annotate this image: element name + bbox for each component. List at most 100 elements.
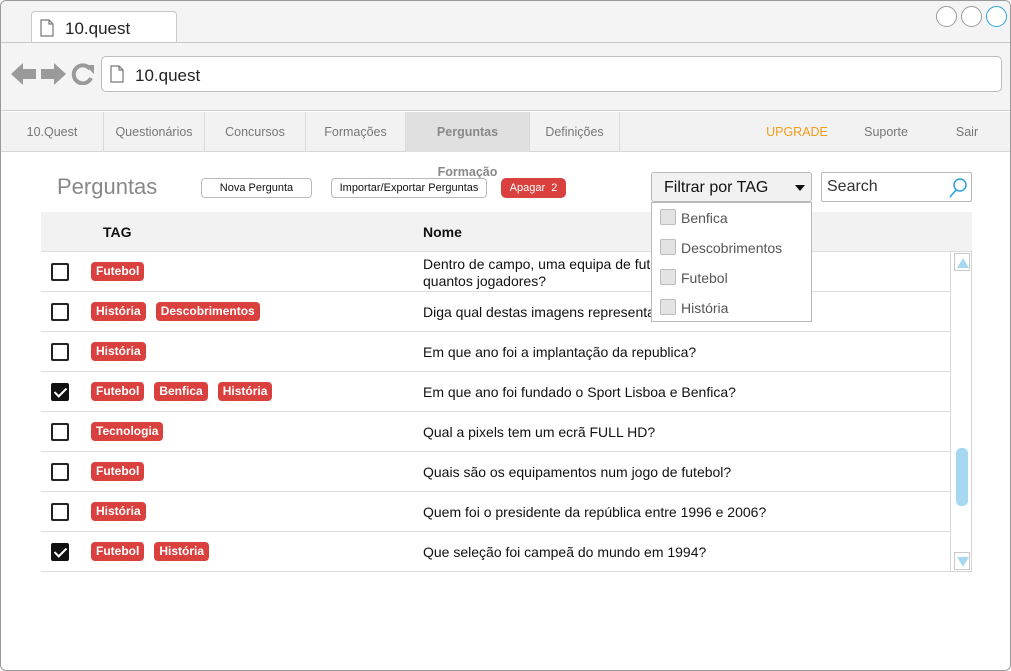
reload-icon[interactable]: [71, 63, 95, 85]
scroll-up-button[interactable]: [954, 253, 970, 271]
back-arrow-icon[interactable]: [11, 63, 37, 85]
import-export-button[interactable]: Importar/Exportar Perguntas: [331, 178, 487, 198]
address-bar[interactable]: 10.quest: [101, 56, 1002, 92]
row-checkbox[interactable]: [51, 463, 69, 481]
tag-badge: Descobrimentos: [155, 302, 260, 321]
browser-window: 10.quest 10.quest 10.Quest Questionários…: [0, 0, 1011, 671]
filter-checkbox[interactable]: [660, 209, 676, 225]
search-box[interactable]: [821, 172, 972, 202]
menu-item-suporte[interactable]: Suporte: [847, 112, 925, 152]
filter-checkbox[interactable]: [660, 299, 676, 315]
row-tags: Futebol Benfica História: [91, 382, 273, 401]
question-name[interactable]: Em que ano foi fundado o Sport Lisboa e …: [423, 384, 736, 401]
table-row[interactable]: Tecnologia Qual a pixels tem um ecrã FULL…: [41, 412, 950, 452]
tag-badge: Futebol: [91, 542, 145, 561]
arrow-up-icon: [957, 258, 969, 268]
table-row[interactable]: Futebol Dentro de campo, uma equipa de fu…: [41, 252, 950, 292]
table-row[interactable]: História Em que ano foi a implantação da …: [41, 332, 950, 372]
filter-option-descobrimentos[interactable]: Descobrimentos: [652, 233, 811, 263]
row-checkbox[interactable]: [51, 263, 69, 281]
menu-item-sair[interactable]: Sair: [936, 112, 998, 152]
column-header-name[interactable]: Nome: [423, 224, 462, 240]
row-tags: História: [91, 502, 146, 521]
tab-title: 10.quest: [65, 19, 131, 38]
filter-option-benfica[interactable]: Benfica: [652, 203, 811, 233]
row-checkbox[interactable]: [51, 503, 69, 521]
question-name[interactable]: Em que ano foi a implantação da republic…: [423, 344, 696, 361]
page-icon: [40, 19, 54, 37]
page-icon: [110, 65, 124, 83]
delete-button[interactable]: Apagar 2: [501, 178, 566, 198]
tab-strip-divider: [1, 42, 1010, 43]
menu-item-formacoes[interactable]: Formações: [306, 112, 406, 152]
table-row[interactable]: Futebol Quais são os equipamentos num jog…: [41, 452, 950, 492]
tag-badge: Tecnologia: [91, 422, 164, 441]
column-header-tag[interactable]: TAG: [103, 224, 132, 240]
search-icon[interactable]: [948, 177, 968, 199]
tag-badge: Futebol: [91, 462, 145, 481]
row-tags: História: [91, 342, 146, 361]
question-name[interactable]: Quem foi o presidente da república entre…: [423, 504, 766, 521]
tag-filter-select[interactable]: Filtrar por TAG: [651, 172, 812, 202]
table-row[interactable]: Futebol Benfica História Em que ano foi fun…: [41, 372, 950, 412]
tag-badge: Futebol: [91, 382, 145, 401]
search-input[interactable]: [827, 177, 947, 197]
row-tags: História Descobrimentos: [91, 302, 260, 321]
question-name[interactable]: Qual a pixels tem um ecrã FULL HD?: [423, 424, 655, 441]
scroll-down-button[interactable]: [954, 552, 970, 570]
tag-badge: História: [91, 502, 146, 521]
window-close-button[interactable]: [986, 6, 1007, 27]
page-title: Perguntas: [57, 174, 158, 199]
arrow-down-icon: [957, 557, 969, 567]
browser-tab[interactable]: 10.quest: [31, 11, 177, 43]
filter-option-label: Futebol: [681, 270, 728, 286]
table-row[interactable]: Futebol História Que seleção foi campeã do…: [41, 532, 950, 572]
menu-item-concursos[interactable]: Concursos: [205, 112, 306, 152]
filter-checkbox[interactable]: [660, 269, 676, 285]
row-checkbox[interactable]: [51, 383, 69, 401]
row-checkbox[interactable]: [51, 343, 69, 361]
address-url: 10.quest: [135, 66, 201, 85]
browser-chrome: 10.quest 10.quest: [1, 1, 1010, 111]
tag-badge: História: [91, 342, 146, 361]
window-minimize-button[interactable]: [936, 6, 957, 27]
menu-item-questionarios[interactable]: Questionários: [104, 112, 205, 152]
table-header: TAG Nome: [41, 212, 972, 252]
row-tags: Futebol: [91, 262, 145, 281]
menu-item-upgrade[interactable]: UPGRADE: [757, 112, 837, 152]
filter-option-label: História: [681, 300, 729, 316]
question-name[interactable]: Quais são os equipamentos num jogo de fu…: [423, 464, 731, 481]
question-name[interactable]: Que seleção foi campeã do mundo em 1994?: [423, 544, 706, 561]
row-tags: Futebol: [91, 462, 145, 481]
filter-option-label: Benfica: [681, 210, 728, 226]
filter-option-historia[interactable]: História: [652, 293, 811, 323]
row-tags: Futebol História: [91, 542, 210, 561]
row-checkbox[interactable]: [51, 303, 69, 321]
menu-item-10quest[interactable]: 10.Quest: [1, 112, 104, 152]
forward-arrow-icon[interactable]: [40, 63, 66, 85]
menu-item-perguntas-formacao[interactable]: Perguntas Formação: [406, 112, 530, 179]
caret-down-icon: [795, 185, 805, 191]
question-name[interactable]: Diga qual destas imagens representa...: [423, 304, 667, 321]
tag-filter-dropdown: Benfica Descobrimentos Futebol História: [651, 202, 812, 322]
new-question-button[interactable]: Nova Pergunta: [201, 178, 312, 198]
menu-item-definicoes[interactable]: Definições: [530, 112, 620, 152]
filter-option-futebol[interactable]: Futebol: [652, 263, 811, 293]
delete-count-badge: 2: [551, 182, 558, 194]
table-row[interactable]: História Descobrimentos Diga qual destas i…: [41, 292, 950, 332]
tag-badge: Benfica: [154, 382, 208, 401]
filter-checkbox[interactable]: [660, 239, 676, 255]
main-menu: 10.Quest Questionários Concursos Formaçõ…: [1, 112, 1010, 179]
tag-badge: Futebol: [91, 262, 145, 281]
row-checkbox[interactable]: [51, 543, 69, 561]
vertical-scrollbar[interactable]: [950, 252, 972, 572]
tag-badge: História: [91, 302, 146, 321]
table-row[interactable]: História Quem foi o presidente da repúbli…: [41, 492, 950, 532]
row-checkbox[interactable]: [51, 423, 69, 441]
tag-filter-label: Filtrar por TAG: [664, 179, 769, 196]
window-maximize-button[interactable]: [961, 6, 982, 27]
delete-button-label: Apagar: [509, 182, 546, 194]
scrollbar-thumb[interactable]: [956, 448, 968, 506]
tag-badge: História: [154, 542, 210, 561]
tag-badge: História: [217, 382, 273, 401]
